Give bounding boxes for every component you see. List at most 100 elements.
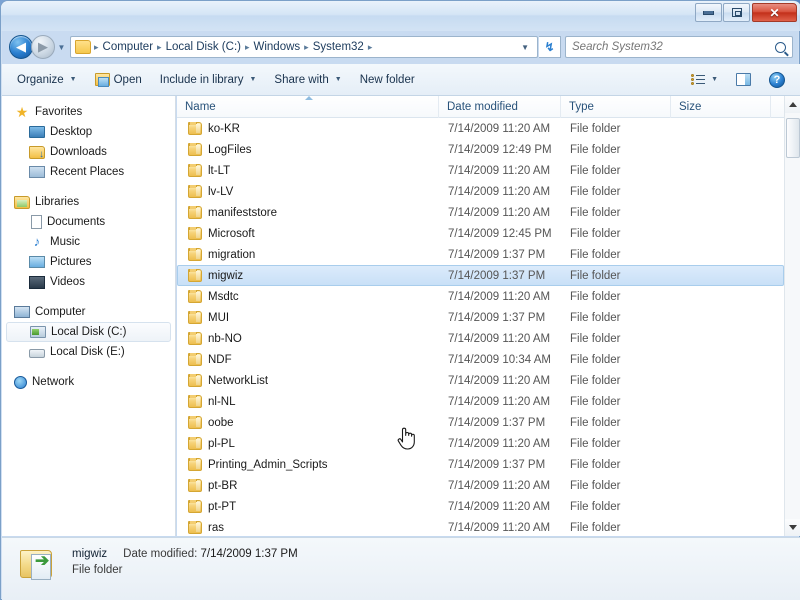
sidebar-item-label: Favorites	[35, 106, 83, 118]
column-header-size[interactable]: Size	[671, 96, 771, 118]
table-row[interactable]: nl-NL 7/14/2009 11:20 AM File folder	[177, 391, 784, 412]
table-row[interactable]: Microsoft 7/14/2009 12:45 PM File folder	[177, 223, 784, 244]
breadcrumb[interactable]: ▸ Computer ▸ Local Disk (C:) ▸ Windows ▸…	[70, 36, 538, 58]
folder-icon	[188, 269, 202, 282]
sidebar-item-local-disk-e[interactable]: Local Disk (E:)	[2, 342, 175, 362]
breadcrumb-item-computer[interactable]: Computer	[100, 39, 157, 55]
close-icon: ✕	[769, 5, 780, 20]
search-input[interactable]	[572, 41, 775, 53]
preview-pane-button[interactable]	[727, 68, 760, 92]
table-row[interactable]: LogFiles 7/14/2009 12:49 PM File folder	[177, 139, 784, 160]
sidebar-item-local-disk-c[interactable]: Local Disk (C:)	[6, 322, 171, 342]
scroll-down-button[interactable]	[785, 519, 800, 536]
table-row[interactable]: lv-LV 7/14/2009 11:20 AM File folder	[177, 181, 784, 202]
folder-icon	[188, 374, 202, 387]
breadcrumb-dropdown-icon[interactable]: ▼	[515, 43, 535, 52]
cell-date-modified: 7/14/2009 11:20 AM	[448, 164, 551, 177]
breadcrumb-item-local-disk-c[interactable]: Local Disk (C:)	[163, 39, 244, 55]
file-list-view[interactable]: Name Date modified Type Size ko-KR 7/14/2…	[177, 96, 784, 536]
search-icon[interactable]	[775, 41, 786, 53]
table-row[interactable]: NetworkList 7/14/2009 11:20 AM File folder	[177, 370, 784, 391]
table-row[interactable]: migration 7/14/2009 1:37 PM File folder	[177, 244, 784, 265]
table-row[interactable]: ko-KR 7/14/2009 11:20 AM File folder	[177, 118, 784, 139]
column-header-date-modified[interactable]: Date modified	[439, 96, 561, 118]
column-header-type[interactable]: Type	[561, 96, 671, 118]
table-row[interactable]: ras 7/14/2009 11:20 AM File folder	[177, 517, 784, 536]
search-box[interactable]	[565, 36, 793, 58]
sidebar-item-libraries[interactable]: Libraries	[2, 192, 175, 212]
refresh-button[interactable]: ↯	[539, 36, 561, 58]
sidebar-item-documents[interactable]: Documents	[2, 212, 175, 232]
close-button[interactable]: ✕	[752, 3, 797, 22]
maximize-button[interactable]	[723, 3, 750, 22]
folder-icon	[188, 458, 202, 471]
sidebar-item-label: Videos	[50, 276, 85, 288]
chevron-up-icon	[789, 102, 797, 107]
navigation-pane[interactable]: ★ Favorites Desktop Downloads Recent Pla…	[2, 96, 176, 536]
table-row[interactable]: nb-NO 7/14/2009 11:20 AM File folder	[177, 328, 784, 349]
history-dropdown-button[interactable]: ▼	[55, 43, 68, 52]
chevron-down-icon: ▼	[57, 42, 66, 52]
cell-name: nl-NL	[178, 395, 440, 408]
cell-type: File folder	[570, 311, 621, 324]
change-view-button[interactable]: ▼	[682, 68, 727, 92]
cell-name: NetworkList	[178, 374, 440, 387]
cell-name: oobe	[178, 416, 440, 429]
file-name-label: nb-NO	[208, 332, 242, 345]
table-row[interactable]: migwiz 7/14/2009 1:37 PM File folder	[177, 265, 784, 286]
scroll-up-button[interactable]	[785, 96, 800, 113]
table-row[interactable]: MUI 7/14/2009 1:37 PM File folder	[177, 307, 784, 328]
sidebar-item-videos[interactable]: Videos	[2, 272, 175, 292]
table-row[interactable]: pt-PT 7/14/2009 11:20 AM File folder	[177, 496, 784, 517]
table-row[interactable]: Printing_Admin_Scripts 7/14/2009 1:37 PM F…	[177, 454, 784, 475]
sidebar-item-downloads[interactable]: Downloads	[2, 142, 175, 162]
table-row[interactable]: manifeststore 7/14/2009 11:20 AM File fold…	[177, 202, 784, 223]
cell-date-modified: 7/14/2009 1:37 PM	[448, 458, 546, 471]
breadcrumb-item-windows[interactable]: Windows	[251, 39, 304, 55]
column-header-row: Name Date modified Type Size	[177, 96, 784, 118]
back-button[interactable]: ◀	[9, 35, 33, 59]
folder-with-arrow-icon: ➔	[18, 546, 60, 584]
cell-name: Microsoft	[178, 227, 440, 240]
star-icon: ★	[15, 104, 29, 120]
cell-name: nb-NO	[178, 332, 440, 345]
folder-icon	[188, 206, 202, 219]
table-row[interactable]: pl-PL 7/14/2009 11:20 AM File folder	[177, 433, 784, 454]
sidebar-item-label: Local Disk (E:)	[50, 346, 125, 358]
table-row[interactable]: Msdtc 7/14/2009 11:20 AM File folder	[177, 286, 784, 307]
cell-name: Msdtc	[178, 290, 440, 303]
arrow-glyph: ➔	[35, 551, 50, 570]
help-button[interactable]: ?	[760, 68, 794, 92]
sidebar-item-network[interactable]: Network	[2, 372, 175, 392]
cell-type: File folder	[570, 479, 621, 492]
minimize-button[interactable]	[695, 3, 722, 22]
sidebar-item-desktop[interactable]: Desktop	[2, 122, 175, 142]
file-name-label: oobe	[208, 416, 234, 429]
sidebar-item-favorites[interactable]: ★ Favorites	[2, 102, 175, 122]
table-row[interactable]: lt-LT 7/14/2009 11:20 AM File folder	[177, 160, 784, 181]
new-folder-label: New folder	[359, 73, 415, 86]
table-row[interactable]: oobe 7/14/2009 1:37 PM File folder	[177, 412, 784, 433]
include-in-library-button[interactable]: Include in library ▼	[151, 68, 266, 92]
details-line-primary: migwiz Date modified: 7/14/2009 1:37 PM	[72, 548, 298, 560]
folder-icon	[188, 290, 202, 303]
new-folder-button[interactable]: New folder	[351, 68, 424, 92]
sidebar-item-computer[interactable]: Computer	[2, 302, 175, 322]
scrollbar-thumb[interactable]	[786, 118, 800, 158]
sidebar-item-pictures[interactable]: Pictures	[2, 252, 175, 272]
open-button[interactable]: Open	[86, 68, 151, 92]
music-icon: ♪	[33, 234, 41, 249]
help-glyph: ?	[773, 73, 781, 86]
cell-date-modified: 7/14/2009 1:37 PM	[448, 269, 546, 282]
table-row[interactable]: pt-BR 7/14/2009 11:20 AM File folder	[177, 475, 784, 496]
vertical-scrollbar[interactable]	[784, 96, 800, 536]
breadcrumb-item-system32[interactable]: System32	[310, 39, 367, 55]
table-row[interactable]: NDF 7/14/2009 10:34 AM File folder	[177, 349, 784, 370]
sidebar-item-recent-places[interactable]: Recent Places	[2, 162, 175, 182]
forward-button[interactable]: ▶	[31, 35, 55, 59]
cell-type: File folder	[570, 206, 621, 219]
sidebar-item-music[interactable]: ♪ Music	[2, 232, 175, 252]
details-item-name: migwiz	[72, 548, 108, 560]
organize-button[interactable]: Organize ▼	[8, 68, 86, 92]
share-with-button[interactable]: Share with ▼	[265, 68, 350, 92]
